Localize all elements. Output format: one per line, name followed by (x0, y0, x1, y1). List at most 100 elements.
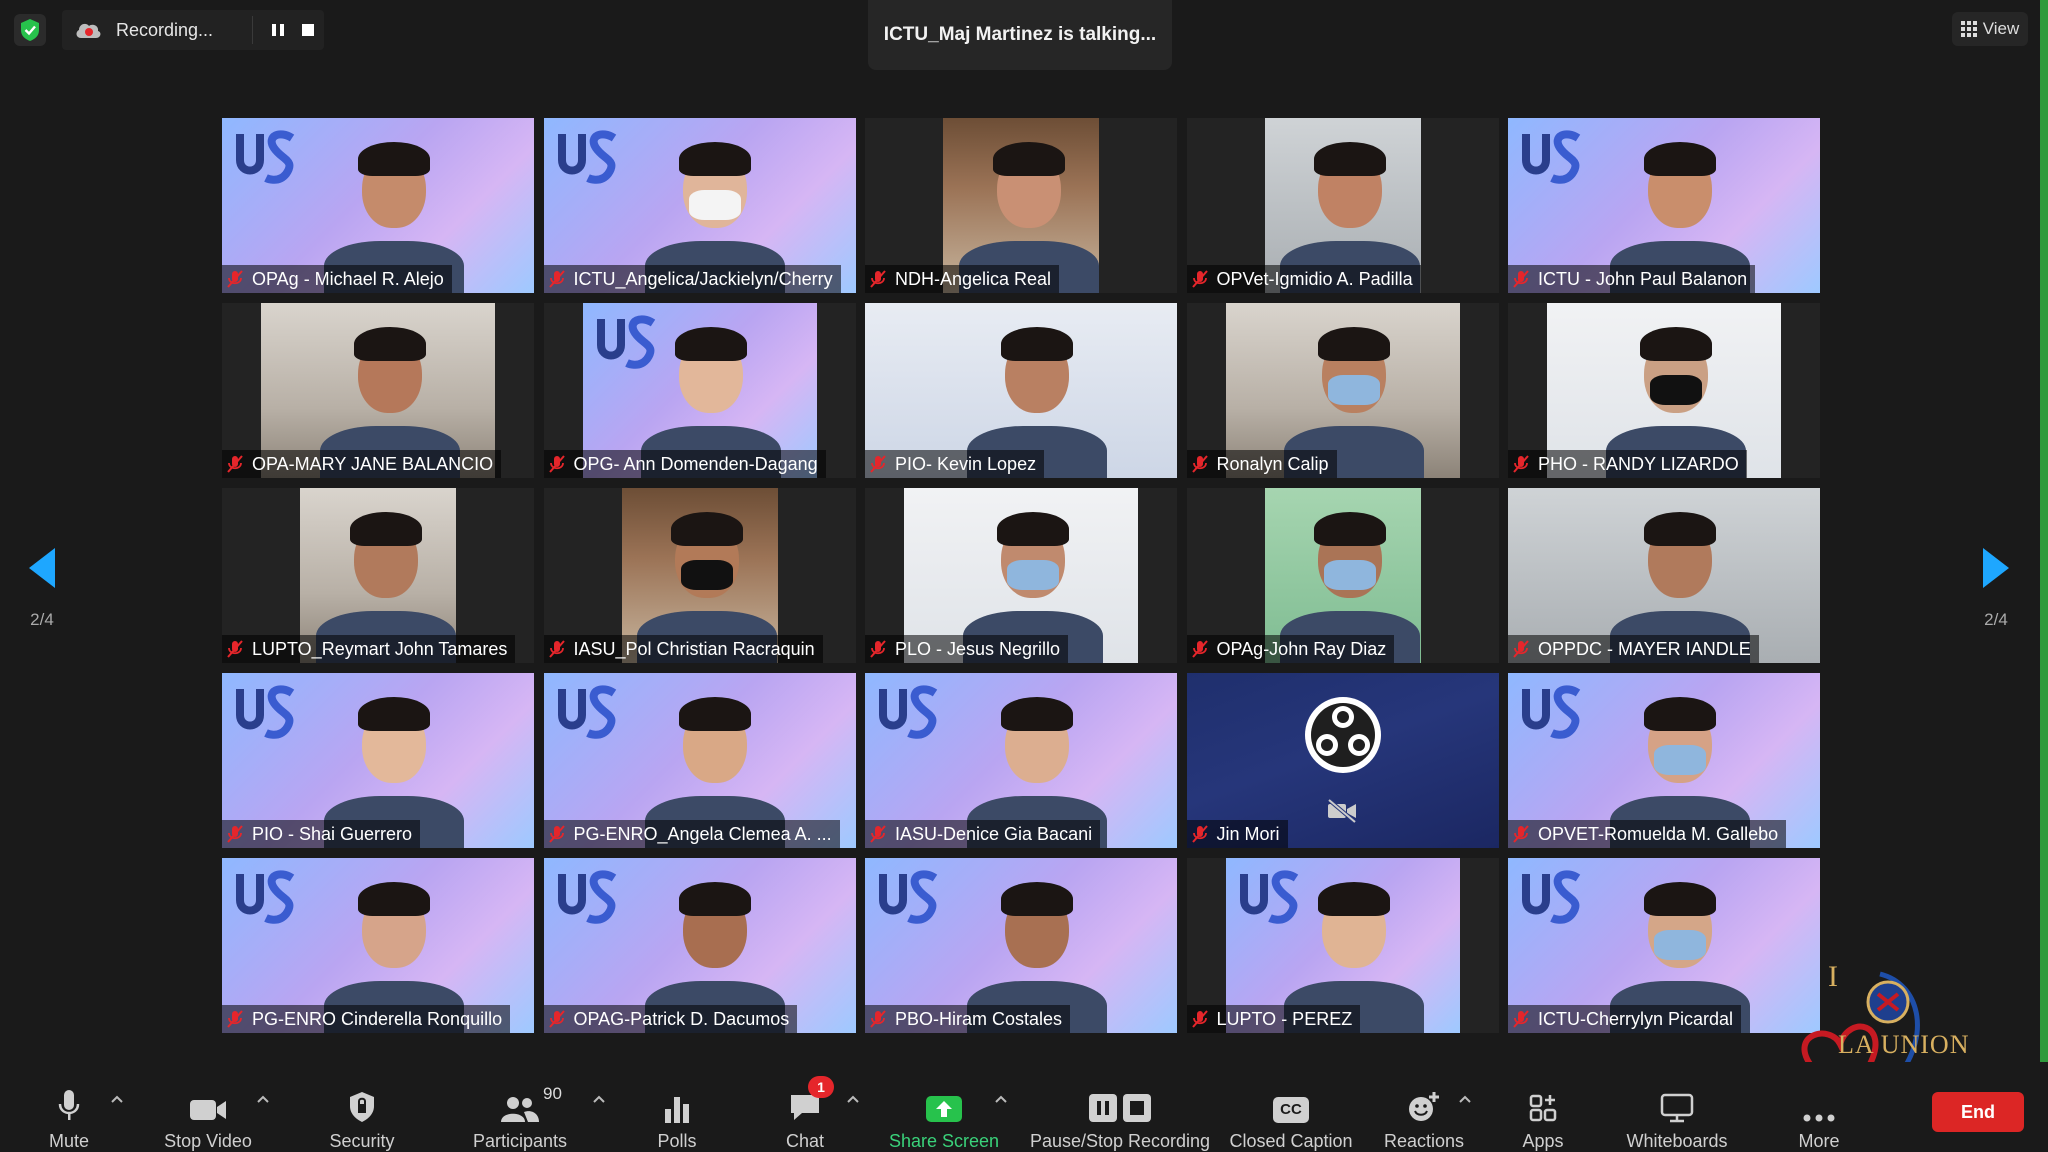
watermark-text: LA UNION (1838, 1030, 1970, 1059)
participant-name: OPPDC - MAYER IANDLE (1538, 638, 1751, 659)
closed-caption-button[interactable]: CC Closed Caption (1226, 1062, 1356, 1152)
participant-tile[interactable]: IASU-Denice Gia Bacani (865, 673, 1177, 848)
participant-tile[interactable]: OPAg-John Ray Diaz (1186, 488, 1499, 663)
next-page-button[interactable]: 2/4 (1966, 548, 2026, 638)
reactions-button[interactable]: Reactions (1374, 1062, 1474, 1152)
participant-name-tag: OPA-MARY JANE BALANCIO (222, 450, 502, 478)
security-button[interactable]: Security (322, 1062, 402, 1152)
shield-icon (348, 1078, 376, 1123)
participant-name-tag: OPAg-John Ray Diaz (1186, 635, 1395, 663)
participant-name: OPVET-Romuelda M. Gallebo (1538, 823, 1779, 844)
encryption-shield-icon[interactable] (14, 14, 46, 46)
participant-tile[interactable]: ICTU_Angelica/Jackielyn/Cherry (543, 118, 856, 293)
whiteboards-button[interactable]: Whiteboards (1616, 1062, 1738, 1152)
workspace-logo-icon (1522, 870, 1581, 924)
video-options-caret-icon[interactable] (256, 1092, 270, 1106)
participant-tile[interactable]: LUPTO - PEREZ (1186, 858, 1499, 1033)
muted-microphone-icon (1513, 825, 1529, 843)
participant-hair (992, 142, 1065, 176)
participant-hair (1314, 512, 1387, 546)
divider (252, 16, 253, 44)
participant-tile[interactable]: OPPDC - MAYER IANDLE (1508, 488, 1820, 663)
chat-unread-badge: 1 (808, 1076, 834, 1098)
microphone-icon (58, 1078, 80, 1123)
participant-name: LUPTO_Reymart John Tamares (252, 638, 508, 659)
participant-tile[interactable]: PIO - Shai Guerrero (222, 673, 534, 848)
meeting-toolbar: Mute Stop Video Security Participants 90… (0, 1062, 2048, 1152)
participant-tile[interactable]: ICTU - John Paul Balanon (1508, 118, 1820, 293)
participant-tile[interactable]: PG-ENRO Cinderella Ronquillo (222, 858, 534, 1033)
face-mask (1653, 930, 1706, 960)
participant-hair (1000, 697, 1073, 731)
audio-options-caret-icon[interactable] (110, 1092, 124, 1106)
pause-stop-recording-label: Pause/Stop Recording (1029, 1131, 1211, 1151)
stop-recording-icon[interactable] (298, 20, 318, 40)
muted-microphone-icon (870, 270, 886, 288)
cloud-recording-icon (74, 20, 102, 40)
participant-tile[interactable]: OPVET-Romuelda M. Gallebo (1508, 673, 1820, 848)
chat-options-caret-icon[interactable] (846, 1092, 860, 1106)
view-button[interactable]: View (1952, 12, 2028, 46)
previous-page-button[interactable]: 2/4 (12, 548, 72, 638)
share-screen-icon (925, 1078, 963, 1123)
participant-tile[interactable]: Jin Mori (1186, 673, 1499, 848)
participant-tile[interactable]: OPAG-Patrick D. Dacumos (543, 858, 856, 1033)
apps-button[interactable]: Apps (1510, 1062, 1576, 1152)
participant-hair (1318, 327, 1391, 361)
participant-hair (1314, 142, 1387, 176)
muted-microphone-icon (1191, 270, 1208, 288)
pause-recording-icon[interactable] (268, 20, 288, 40)
share-screen-button[interactable]: Share Screen (886, 1062, 1002, 1152)
participants-options-caret-icon[interactable] (592, 1092, 606, 1106)
participant-name: OPAg-John Ray Diaz (1216, 638, 1387, 659)
participant-name-tag: NDH-Angelica Real (865, 265, 1060, 293)
participant-tile[interactable]: PIO- Kevin Lopez (865, 303, 1177, 478)
participant-tile[interactable]: PLO - Jesus Negrillo (865, 488, 1177, 663)
polls-button[interactable]: Polls (640, 1062, 714, 1152)
participant-name-tag: Ronalyn Calip (1186, 450, 1337, 478)
participant-tile[interactable]: IASU_Pol Christian Racraquin (543, 488, 856, 663)
participant-name: PBO-Hiram Costales (895, 1008, 1063, 1029)
closed-caption-label: Closed Caption (1229, 1131, 1353, 1151)
participant-name: OPAg - Michael R. Alejo (252, 268, 444, 289)
participant-name: ICTU_Angelica/Jackielyn/Cherry (573, 268, 833, 289)
participant-tile[interactable]: OPA-MARY JANE BALANCIO (222, 303, 534, 478)
participants-label: Participants (472, 1131, 568, 1151)
participant-tile[interactable]: PBO-Hiram Costales (865, 858, 1177, 1033)
participant-tile[interactable]: PG-ENRO_Angela Clemea A. ... (543, 673, 856, 848)
muted-microphone-icon (870, 825, 886, 843)
participants-button[interactable]: Participants (470, 1062, 570, 1152)
participant-name-tag: ICTU_Angelica/Jackielyn/Cherry (543, 265, 841, 293)
mute-button[interactable]: Mute (34, 1062, 104, 1152)
participant-tile[interactable]: LUPTO_Reymart John Tamares (222, 488, 534, 663)
reactions-options-caret-icon[interactable] (1458, 1092, 1472, 1106)
pause-stop-recording-icon (1088, 1078, 1152, 1123)
participant-tile[interactable]: OPVet-Igmidio A. Padilla (1186, 118, 1499, 293)
muted-microphone-icon (1191, 640, 1208, 658)
participant-name-tag: OPAg - Michael R. Alejo (222, 265, 452, 293)
more-button[interactable]: More (1784, 1062, 1854, 1152)
camera-off-icon (1327, 799, 1356, 823)
apps-icon (1528, 1078, 1558, 1123)
participant-name-tag: PBO-Hiram Costales (865, 1005, 1071, 1033)
participant-tile[interactable]: NDH-Angelica Real (865, 118, 1177, 293)
participant-tile[interactable]: Ronalyn Calip (1186, 303, 1499, 478)
participant-name-tag: IASU_Pol Christian Racraquin (543, 635, 823, 663)
face-mask (1324, 560, 1377, 590)
chat-button[interactable]: Chat (770, 1062, 840, 1152)
participant-hair (1643, 512, 1716, 546)
pause-stop-recording-button[interactable]: Pause/Stop Recording (1030, 1062, 1210, 1152)
mute-label: Mute (48, 1131, 90, 1151)
participant-tile[interactable]: OPAg - Michael R. Alejo (222, 118, 534, 293)
participant-name-tag: ICTU - John Paul Balanon (1508, 265, 1756, 293)
end-meeting-button[interactable]: End (1932, 1092, 2024, 1132)
participant-tile[interactable]: PHO - RANDY LIZARDO (1508, 303, 1820, 478)
face-mask (1006, 560, 1059, 590)
stop-video-button[interactable]: Stop Video (156, 1062, 260, 1152)
muted-microphone-icon (227, 455, 243, 473)
participant-hair (679, 697, 752, 731)
participant-name-tag: PIO- Kevin Lopez (865, 450, 1045, 478)
participant-name: PIO- Kevin Lopez (895, 453, 1037, 474)
participant-tile[interactable]: OPG- Ann Domenden-Dagang (543, 303, 856, 478)
share-options-caret-icon[interactable] (994, 1092, 1008, 1106)
